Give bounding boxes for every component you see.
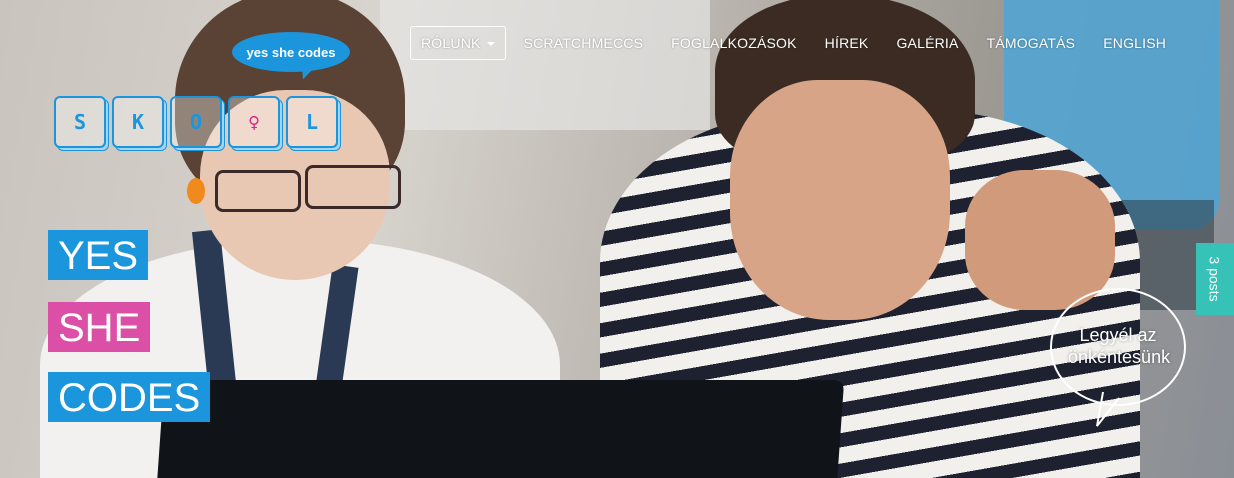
nav-item-galeria[interactable]: GALÉRIA — [886, 27, 968, 59]
photo-man-hand — [965, 170, 1115, 310]
volunteer-cta-bubble[interactable]: Legyél az önkéntesünk — [1050, 288, 1186, 406]
logo-key: K — [112, 96, 164, 148]
speech-bubble-tail-icon — [1096, 391, 1120, 427]
logo-key-female-icon: ♀ — [228, 96, 280, 148]
nav-item-hirek[interactable]: HÍREK — [815, 27, 879, 59]
nav-item-label: HÍREK — [824, 35, 869, 51]
photo-laptop — [155, 380, 845, 478]
photo-glasses — [215, 170, 301, 212]
logo-speech-bubble: yes she codes — [232, 32, 350, 72]
photo-earring — [187, 178, 205, 204]
caret-down-icon — [486, 42, 495, 47]
logo-bubble-text: yes she codes — [246, 44, 336, 60]
nav-item-tamogatas[interactable]: TÁMOGATÁS — [977, 27, 1086, 59]
nav-item-label: TÁMOGATÁS — [986, 35, 1076, 51]
tagline-line-yes: YES — [48, 230, 149, 280]
nav-item-label: ENGLISH — [1103, 35, 1167, 51]
nav-item-label: FOGLALKOZÁSOK — [671, 35, 797, 51]
logo-key: S — [54, 96, 106, 148]
logo-key-letter: K — [131, 110, 145, 134]
logo-keys: S K O ♀ L — [54, 96, 338, 148]
posts-side-tab[interactable]: 3 posts — [1196, 243, 1234, 315]
posts-tab-label: 3 posts — [1207, 256, 1224, 302]
photo-man-face — [730, 80, 950, 320]
nav-item-english[interactable]: ENGLISH — [1093, 27, 1176, 59]
nav-item-label: SCRATCHMECCS — [523, 35, 644, 51]
logo-key: O — [170, 96, 222, 148]
photo-background-window — [380, 0, 710, 130]
nav-item-label: RÓLUNK — [421, 35, 481, 51]
female-symbol-icon: ♀ — [247, 110, 261, 134]
logo-key: L — [286, 96, 338, 148]
main-nav: RÓLUNK SCRATCHMECCS FOGLALKOZÁSOK HÍREK … — [410, 26, 1184, 60]
nav-item-label: GALÉRIA — [896, 35, 959, 51]
logo-key-letter: L — [305, 110, 319, 134]
nav-item-rolunk[interactable]: RÓLUNK — [410, 26, 506, 60]
logo-key-letter: O — [189, 110, 203, 134]
volunteer-cta-text: Legyél az önkéntesünk — [1068, 325, 1171, 367]
nav-item-foglalkozasok[interactable]: FOGLALKOZÁSOK — [661, 27, 807, 59]
logo-key-letter: S — [73, 110, 87, 134]
photo-glasses — [305, 165, 401, 209]
site-logo[interactable]: yes she codes S K O ♀ L — [48, 26, 368, 166]
nav-item-scratchmeccs[interactable]: SCRATCHMECCS — [514, 27, 654, 59]
tagline-line-codes: CODES — [48, 372, 211, 422]
tagline-line-she: SHE — [48, 302, 151, 352]
